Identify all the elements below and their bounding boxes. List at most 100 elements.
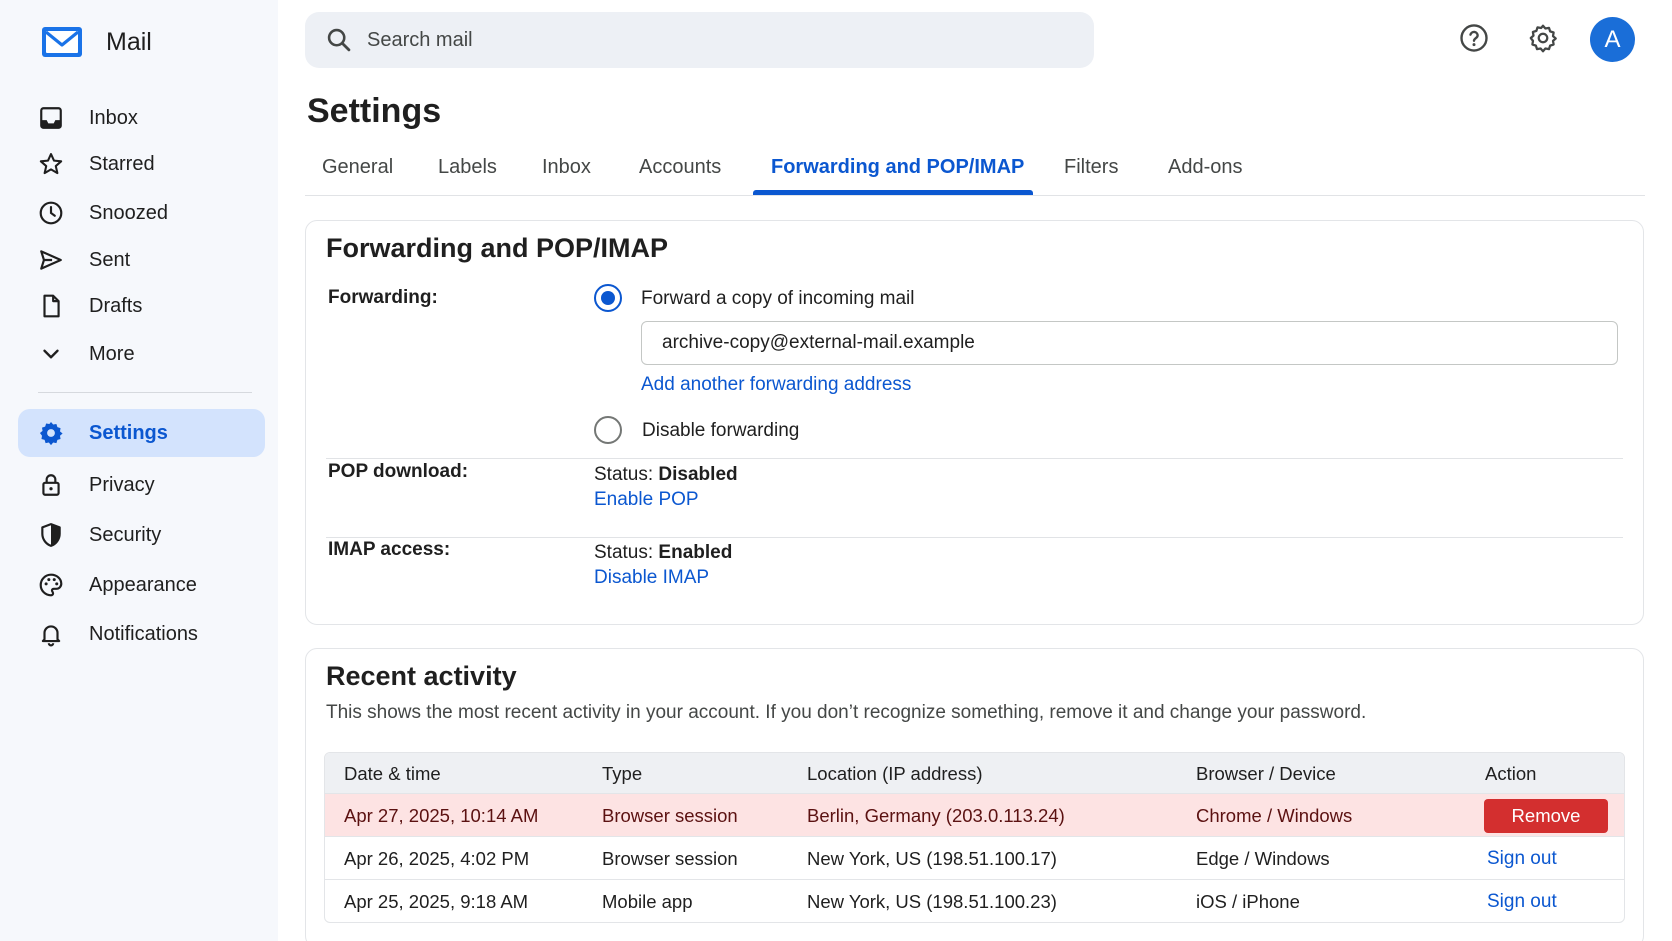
tab-forwarding-pop-imap[interactable]: Forwarding and POP/IMAP (771, 156, 1024, 179)
activity-table: Date & time Type Location (IP address) B… (324, 752, 1625, 923)
send-icon (38, 247, 64, 273)
sidebar-item-label: Notifications (89, 622, 198, 645)
activity-datetime: Apr 26, 2025, 4:02 PM (344, 848, 530, 869)
sidebar-item-starred[interactable]: Starred (18, 140, 265, 188)
recent-activity-description: This shows the most recent activity in y… (326, 702, 1367, 723)
activity-location: New York, US (198.51.100.23) (807, 891, 1057, 912)
activity-device: Edge / Windows (1196, 848, 1330, 869)
sidebar-item-sent[interactable]: Sent (18, 236, 265, 284)
sidebar-item-label: Starred (89, 152, 155, 175)
sidebar-item-label: Security (89, 523, 162, 546)
enable-pop-link[interactable]: Enable POP (594, 489, 699, 511)
disable-forwarding-option-label[interactable]: Disable forwarding (642, 420, 799, 442)
sidebar-item-label: Privacy (89, 473, 155, 496)
disable-imap-link[interactable]: Disable IMAP (594, 567, 709, 589)
recent-activity-title: Recent activity (326, 661, 517, 691)
disable-forwarding-radio[interactable] (594, 416, 622, 444)
bell-icon (38, 621, 64, 647)
draft-icon (38, 293, 64, 319)
sidebar-item-label: Sent (89, 248, 131, 271)
forward-copy-radio[interactable] (594, 284, 622, 312)
table-header-row: Date & time Type Location (IP address) B… (325, 753, 1624, 793)
sign-out-link[interactable]: Sign out (1487, 891, 1557, 913)
remove-session-button[interactable]: Remove (1484, 799, 1608, 833)
column-header: Type (602, 763, 643, 784)
sign-out-link[interactable]: Sign out (1487, 848, 1557, 870)
forward-copy-option-label[interactable]: Forward a copy of incoming mail (641, 288, 915, 310)
sidebar-item-label: Drafts (89, 294, 143, 317)
activity-device: iOS / iPhone (1196, 891, 1300, 912)
tab-general[interactable]: General (322, 156, 393, 179)
clock-icon (38, 200, 64, 226)
page-title: Settings (307, 92, 442, 130)
column-header: Location (IP address) (807, 763, 983, 784)
forwarding-address-field[interactable] (641, 321, 1618, 365)
forwarding-pop-imap-card: Forwarding and POP/IMAP Forwarding: Forw… (305, 220, 1644, 625)
sidebar-item-security[interactable]: Security (18, 511, 265, 559)
brand[interactable]: Mail (40, 22, 152, 62)
help-button[interactable] (1456, 20, 1492, 56)
mail-app: Mail Inbox Starred Snoozed Sent Drafts M… (0, 0, 1672, 941)
tab-accounts[interactable]: Accounts (639, 156, 721, 179)
add-forwarding-address-link[interactable]: Add another forwarding address (641, 374, 911, 396)
table-row: Apr 27, 2025, 10:14 AM Browser session B… (325, 793, 1624, 836)
help-icon (1460, 24, 1488, 52)
imap-access-label: IMAP access: (328, 539, 451, 560)
forwarding-label: Forwarding: (328, 287, 438, 308)
mail-logo-icon (42, 27, 82, 57)
gear-icon (1529, 24, 1557, 53)
recent-activity-card: Recent activity This shows the most rece… (305, 648, 1644, 941)
sidebar-item-inbox[interactable]: Inbox (18, 94, 265, 142)
lock-icon (38, 472, 64, 498)
table-row: Apr 26, 2025, 4:02 PM Browser session Ne… (325, 836, 1624, 879)
pop-status: Status: Disabled (594, 464, 738, 486)
pop-download-label: POP download: (328, 461, 469, 482)
tab-inbox[interactable]: Inbox (542, 156, 591, 179)
tab-filters[interactable]: Filters (1064, 156, 1118, 179)
column-header: Date & time (344, 763, 441, 784)
pop-status-value: Disabled (658, 464, 738, 485)
tab-add-ons[interactable]: Add-ons (1168, 156, 1243, 179)
chevron-down-icon (38, 341, 64, 367)
imap-status-prefix: Status: (594, 542, 659, 563)
search-input[interactable] (367, 20, 1067, 60)
sidebar-item-more[interactable]: More (18, 330, 265, 378)
sidebar-item-drafts[interactable]: Drafts (18, 282, 265, 330)
pop-status-prefix: Status: (594, 464, 659, 485)
search-icon[interactable] (325, 26, 353, 54)
inbox-icon (38, 105, 64, 131)
activity-type: Browser session (602, 848, 738, 869)
sidebar-item-label: Snoozed (89, 201, 168, 224)
app-name: Mail (106, 27, 152, 56)
sidebar-item-label: Settings (89, 421, 168, 444)
imap-status: Status: Enabled (594, 542, 732, 564)
table-row: Apr 25, 2025, 9:18 AM Mobile app New Yor… (325, 879, 1624, 922)
section-divider (326, 458, 1623, 459)
imap-status-value: Enabled (658, 542, 733, 563)
active-tab-indicator (753, 190, 1033, 195)
activity-datetime: Apr 27, 2025, 10:14 AM (344, 805, 539, 826)
sidebar-item-label: Inbox (89, 106, 138, 129)
sidebar-item-snoozed[interactable]: Snoozed (18, 189, 265, 237)
settings-tabs: General Labels Inbox Accounts Forwarding… (305, 140, 1645, 196)
star-icon (38, 151, 64, 177)
account-avatar[interactable]: A (1590, 17, 1635, 62)
activity-location: New York, US (198.51.100.17) (807, 848, 1057, 869)
sidebar-item-notifications[interactable]: Notifications (18, 610, 265, 658)
activity-device: Chrome / Windows (1196, 805, 1353, 826)
sidebar-item-settings[interactable]: Settings (18, 409, 265, 457)
sidebar-item-label: More (89, 342, 135, 365)
palette-icon (38, 572, 64, 598)
sidebar-item-privacy[interactable]: Privacy (18, 461, 265, 509)
column-header: Browser / Device (1196, 763, 1336, 784)
shield-icon (38, 522, 64, 548)
activity-type: Mobile app (602, 891, 693, 912)
tab-labels[interactable]: Labels (438, 156, 497, 179)
gear-icon (38, 420, 64, 446)
search-bar[interactable] (305, 12, 1094, 68)
settings-button[interactable] (1525, 20, 1561, 56)
sidebar-item-appearance[interactable]: Appearance (18, 561, 265, 609)
activity-datetime: Apr 25, 2025, 9:18 AM (344, 891, 529, 912)
section-title: Forwarding and POP/IMAP (326, 233, 669, 263)
activity-location: Berlin, Germany (203.0.113.24) (807, 805, 1065, 826)
